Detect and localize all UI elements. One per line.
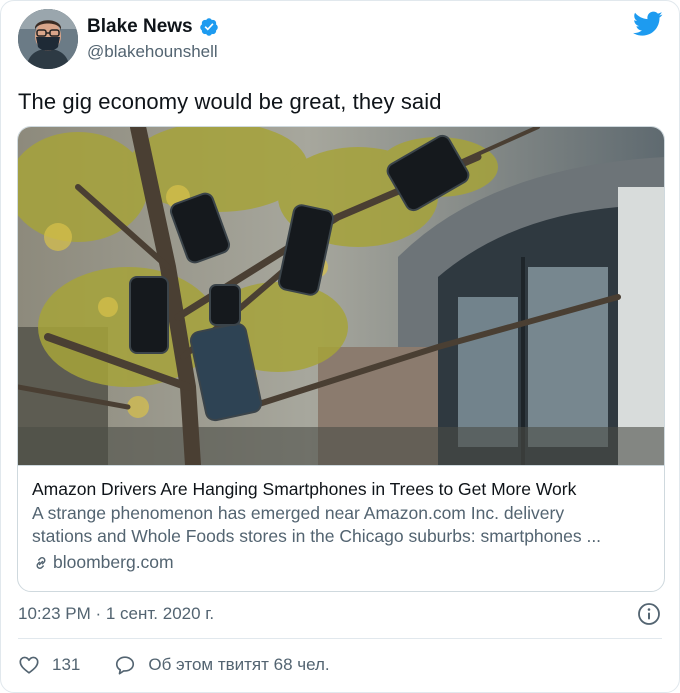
reply-discussion-button[interactable]: Об этом твитят 68 чел. (114, 654, 330, 676)
smartphones-in-tree-photo (18, 127, 664, 465)
heart-icon (19, 656, 39, 674)
tweet-text: The gig economy would be great, they sai… (18, 89, 442, 114)
author-display-name[interactable]: Blake News (87, 16, 193, 38)
like-button[interactable]: 131 (18, 654, 80, 676)
card-title[interactable]: Amazon Drivers Are Hanging Smartphones i… (32, 478, 650, 500)
embedded-tweet: Blake News @blakehounshell The gig econo… (0, 0, 680, 693)
speech-bubble-icon (116, 656, 135, 675)
card-domain-text[interactable]: bloomberg.com (53, 552, 174, 573)
retweet-discussion-text[interactable]: Об этом твитят 68 чел. (148, 655, 329, 675)
divider (18, 638, 662, 639)
card-text-area[interactable]: Amazon Drivers Are Hanging Smartphones i… (18, 465, 664, 591)
card-description-line-2: stations and Whole Foods stores in the C… (32, 526, 602, 546)
tweet-actions: 131 Об этом твитят 68 чел. (18, 654, 330, 676)
card-description: A strange phenomenon has emerged near Am… (32, 502, 650, 548)
verified-badge-icon (199, 18, 218, 36)
link-icon (36, 556, 46, 569)
author-name-row[interactable]: Blake News (87, 16, 219, 38)
avatar-photo (18, 9, 78, 69)
author-handle[interactable]: @blakehounshell (87, 42, 218, 62)
link-preview-card[interactable]: Amazon Drivers Are Hanging Smartphones i… (17, 126, 665, 592)
like-count[interactable]: 131 (52, 655, 80, 675)
card-description-line-1: A strange phenomenon has emerged near Am… (32, 503, 565, 523)
avatar[interactable] (18, 9, 78, 69)
card-domain[interactable]: bloomberg.com (32, 552, 650, 573)
twitter-bird-icon[interactable] (633, 11, 663, 37)
info-icon[interactable] (637, 602, 661, 626)
tweet-timestamp[interactable]: 10:23 PM · 1 сент. 2020 г. (18, 604, 214, 624)
